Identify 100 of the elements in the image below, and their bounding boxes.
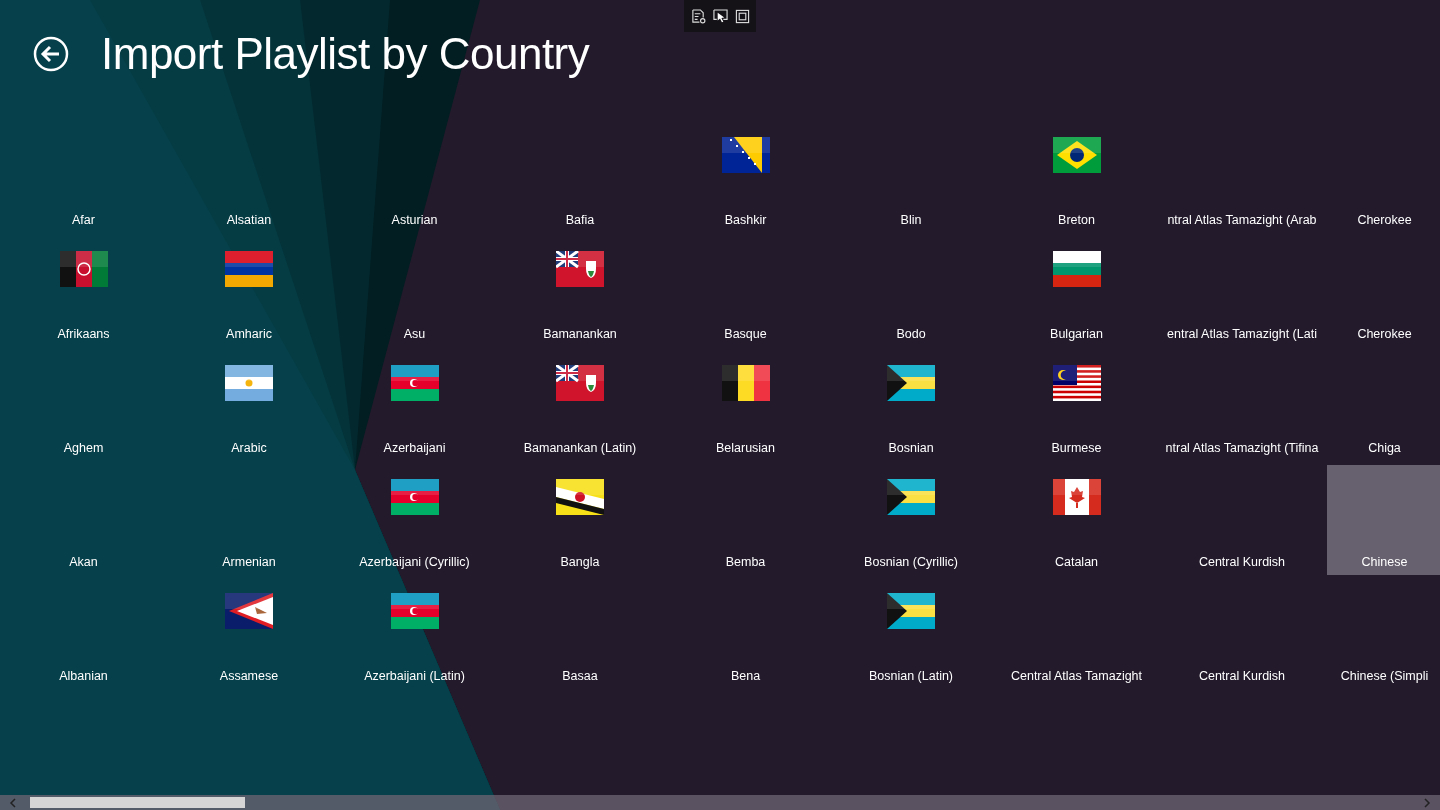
language-tile[interactable]: Bangla xyxy=(499,465,661,575)
language-label: Bamanankan (Latin) xyxy=(523,441,637,455)
language-label: Belarusian xyxy=(715,441,776,455)
striped-flag-icon xyxy=(225,365,273,401)
language-label: Bodo xyxy=(896,327,926,341)
language-label: Bashkir xyxy=(724,213,767,227)
language-label: Afar xyxy=(72,213,95,227)
square-icon[interactable] xyxy=(734,8,750,24)
language-tile[interactable]: Basaa xyxy=(499,579,661,689)
language-tile[interactable]: Bena xyxy=(665,579,826,689)
language-label: Armenian xyxy=(222,555,276,569)
union-jack-flag-icon xyxy=(556,365,604,401)
language-label: Blin xyxy=(900,213,922,227)
diamond-flag-icon xyxy=(1052,137,1101,173)
tricolor-flag-icon xyxy=(1052,251,1101,287)
language-tile[interactable]: Central Kurdish xyxy=(1161,579,1323,689)
triangle-flag-icon xyxy=(721,137,770,173)
language-tile[interactable]: Chiga xyxy=(1327,351,1440,461)
triangle-flag-icon xyxy=(225,593,273,629)
language-tile[interactable]: Bafia xyxy=(499,123,661,233)
language-label: Arabic xyxy=(231,441,267,455)
language-tile[interactable]: Alsatian xyxy=(168,123,330,233)
language-label: ntral Atlas Tamazight (Tifina xyxy=(1165,441,1319,455)
language-tile[interactable]: Afrikaans xyxy=(3,237,164,347)
language-label: Assamese xyxy=(219,669,279,683)
language-tile[interactable]: Blin xyxy=(830,123,992,233)
language-label: Burmese xyxy=(1051,441,1102,455)
triangle-flag-icon xyxy=(887,593,935,629)
language-tile[interactable]: ntral Atlas Tamazight (Tifina xyxy=(1161,351,1323,461)
document-gear-icon[interactable] xyxy=(690,8,706,24)
language-label: Asturian xyxy=(391,213,438,227)
language-label: Central Kurdish xyxy=(1198,669,1286,683)
language-label: Cherokee xyxy=(1357,213,1412,227)
horizontal-scrollbar[interactable] xyxy=(0,795,1440,810)
language-label: Bosnian (Latin) xyxy=(868,669,954,683)
language-tile[interactable]: Bodo xyxy=(830,237,992,347)
language-label: Central Atlas Tamazight xyxy=(1010,669,1143,683)
language-tile[interactable]: Bamanankan xyxy=(499,237,661,347)
language-tile[interactable]: Azerbaijani (Latin) xyxy=(334,579,495,689)
language-tile[interactable]: Asturian xyxy=(334,123,495,233)
tricolor-flag-icon xyxy=(225,251,273,287)
language-label: ntral Atlas Tamazight (Arab xyxy=(1167,213,1317,227)
language-tile[interactable]: Burmese xyxy=(996,351,1157,461)
language-tile[interactable]: Assamese xyxy=(168,579,330,689)
language-label: Afrikaans xyxy=(57,327,110,341)
language-tile[interactable]: entral Atlas Tamazight (Lati xyxy=(1161,237,1323,347)
language-label: Chinese (Simpli xyxy=(1340,669,1429,683)
language-label: Bangla xyxy=(560,555,600,569)
language-tile[interactable]: Belarusian xyxy=(665,351,826,461)
diagonal-flag-icon xyxy=(556,479,604,515)
language-label: entral Atlas Tamazight (Lati xyxy=(1167,327,1317,341)
tricolor-flag-icon xyxy=(390,593,439,629)
language-tile[interactable]: Bosnian (Cyrillic) xyxy=(830,465,992,575)
language-label: Central Kurdish xyxy=(1198,555,1286,569)
back-button[interactable] xyxy=(33,35,69,72)
language-tile[interactable]: Azerbaijani xyxy=(334,351,495,461)
language-tile[interactable]: Akan xyxy=(3,465,164,575)
language-tile[interactable]: Catalan xyxy=(996,465,1157,575)
language-label: Catalan xyxy=(1054,555,1099,569)
language-tile[interactable]: Bulgarian xyxy=(996,237,1157,347)
language-label: Bamanankan xyxy=(543,327,617,341)
language-tile[interactable]: Armenian xyxy=(168,465,330,575)
language-tile[interactable]: Bamanankan (Latin) xyxy=(499,351,661,461)
language-tile[interactable]: Bemba xyxy=(665,465,826,575)
striped-flag-icon xyxy=(1052,365,1101,401)
language-tile[interactable]: Cherokee xyxy=(1327,237,1440,347)
language-tile[interactable]: Central Atlas Tamazight xyxy=(996,579,1157,689)
language-tile[interactable]: Azerbaijani (Cyrillic) xyxy=(334,465,495,575)
language-tile[interactable]: Albanian xyxy=(3,579,164,689)
language-label: Basaa xyxy=(562,669,598,683)
language-tile[interactable]: Cherokee xyxy=(1327,123,1440,233)
language-tile[interactable]: Asu xyxy=(334,237,495,347)
afghan-flag-icon xyxy=(59,251,108,287)
language-tile[interactable]: Amharic xyxy=(168,237,330,347)
language-label: Alsatian xyxy=(226,213,272,227)
language-tile[interactable]: ntral Atlas Tamazight (Arab xyxy=(1161,123,1323,233)
union-jack-flag-icon xyxy=(556,251,604,287)
tricolor-flag-icon xyxy=(721,365,770,401)
language-tile[interactable]: Breton xyxy=(996,123,1157,233)
language-label: Breton xyxy=(1058,213,1095,227)
language-tile[interactable]: Arabic xyxy=(168,351,330,461)
language-tile[interactable]: Aghem xyxy=(3,351,164,461)
tricolor-flag-icon xyxy=(390,479,439,515)
language-tile[interactable]: Bosnian xyxy=(830,351,992,461)
language-tile[interactable]: Chinese xyxy=(1327,465,1440,575)
cursor-icon[interactable] xyxy=(712,8,728,24)
language-tile[interactable]: Central Kurdish xyxy=(1161,465,1323,575)
language-label: Aghem xyxy=(63,441,104,455)
language-tile[interactable]: Afar xyxy=(3,123,164,233)
scrollbar-thumb[interactable] xyxy=(30,797,245,808)
language-label: Bosnian xyxy=(888,441,934,455)
language-tile[interactable]: Chinese (Simpli xyxy=(1327,579,1440,689)
language-tile[interactable]: Bashkir xyxy=(665,123,826,233)
language-label: Chiga xyxy=(1368,441,1401,455)
language-label: Cherokee xyxy=(1357,327,1412,341)
language-tile[interactable]: Bosnian (Latin) xyxy=(830,579,992,689)
page-title: Import Playlist by Country xyxy=(101,28,590,79)
triangle-flag-icon xyxy=(887,479,935,515)
maple-leaf-flag-icon xyxy=(1052,479,1101,515)
language-tile[interactable]: Basque xyxy=(665,237,826,347)
